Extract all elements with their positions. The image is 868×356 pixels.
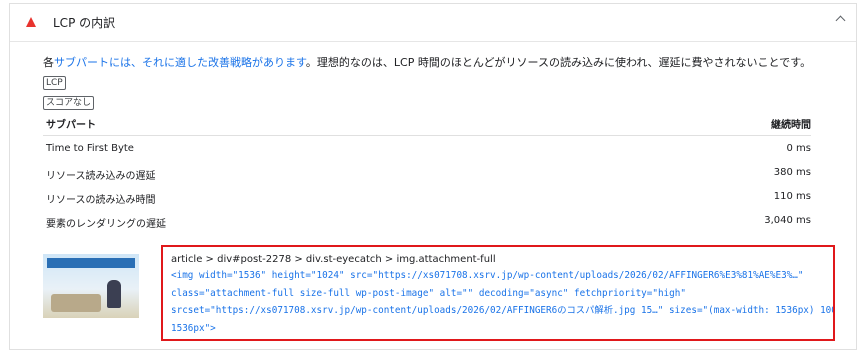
subpart-strategy-link[interactable]: サブパートには、それに適した改善戦略があります: [54, 56, 306, 69]
description-rest: 。理想的なのは、LCP 時間のほとんどがリソースの読み込みに使われ、遅延に費やさ…: [305, 56, 812, 69]
warning-triangle-icon: [26, 17, 36, 27]
table-row: リソースの読み込み時間 110 ms: [43, 184, 811, 208]
lcp-element-node: article > div#post-2278 > div.st-eyecatc…: [43, 245, 839, 343]
description: 各サブパートには、それに適した改善戦略があります。理想的なのは、LCP 時間のほ…: [43, 53, 823, 113]
thumbnail-figure: [107, 280, 121, 308]
no-score-tag: スコアなし: [43, 96, 95, 110]
element-html-line: 1536px">: [171, 322, 216, 334]
element-thumbnail[interactable]: [43, 254, 139, 318]
lcp-breakdown-panel: LCP の内訳 各サブパートには、それに適した改善戦略があります。理想的なのは、…: [9, 3, 857, 350]
thumbnail-banner: [47, 258, 135, 268]
element-html-line: class="attachment-full size-full wp-post…: [171, 287, 686, 299]
lcp-tag: LCP: [43, 76, 66, 90]
subpart-table: サブパート 継続時間 Time to First Byte 0 ms リソース読…: [43, 109, 811, 232]
element-snippet[interactable]: article > div#post-2278 > div.st-eyecatc…: [161, 245, 835, 341]
row-value: 0 ms: [786, 143, 812, 154]
thumbnail-scene: [51, 294, 101, 312]
row-label: リソースの読み込み時間: [46, 195, 156, 206]
table-row: Time to First Byte 0 ms: [43, 136, 811, 160]
table-header: サブパート 継続時間: [43, 109, 811, 136]
row-value: 3,040 ms: [764, 215, 811, 226]
element-path: article > div#post-2278 > div.st-eyecatc…: [171, 254, 496, 265]
column-header-subpart: サブパート: [46, 120, 96, 131]
panel-title: LCP の内訳: [53, 16, 116, 30]
element-html-line: <img width="1536" height="1024" src="htt…: [171, 270, 804, 281]
row-value: 110 ms: [773, 191, 811, 202]
column-header-duration: 継続時間: [771, 120, 811, 131]
table-row: 要素のレンダリングの遅延 3,040 ms: [43, 208, 811, 232]
panel-header[interactable]: LCP の内訳: [10, 4, 856, 42]
chevron-up-icon[interactable]: [835, 15, 846, 26]
element-html-line: srcset="https://xs071708.xsrv.jp/wp-cont…: [171, 305, 835, 316]
row-label: Time to First Byte: [46, 143, 134, 154]
row-label: 要素のレンダリングの遅延: [46, 219, 166, 230]
row-value: 380 ms: [773, 167, 811, 178]
description-lead: 各: [43, 56, 54, 69]
row-label: リソース読み込みの遅延: [46, 171, 156, 182]
table-row: リソース読み込みの遅延 380 ms: [43, 160, 811, 184]
